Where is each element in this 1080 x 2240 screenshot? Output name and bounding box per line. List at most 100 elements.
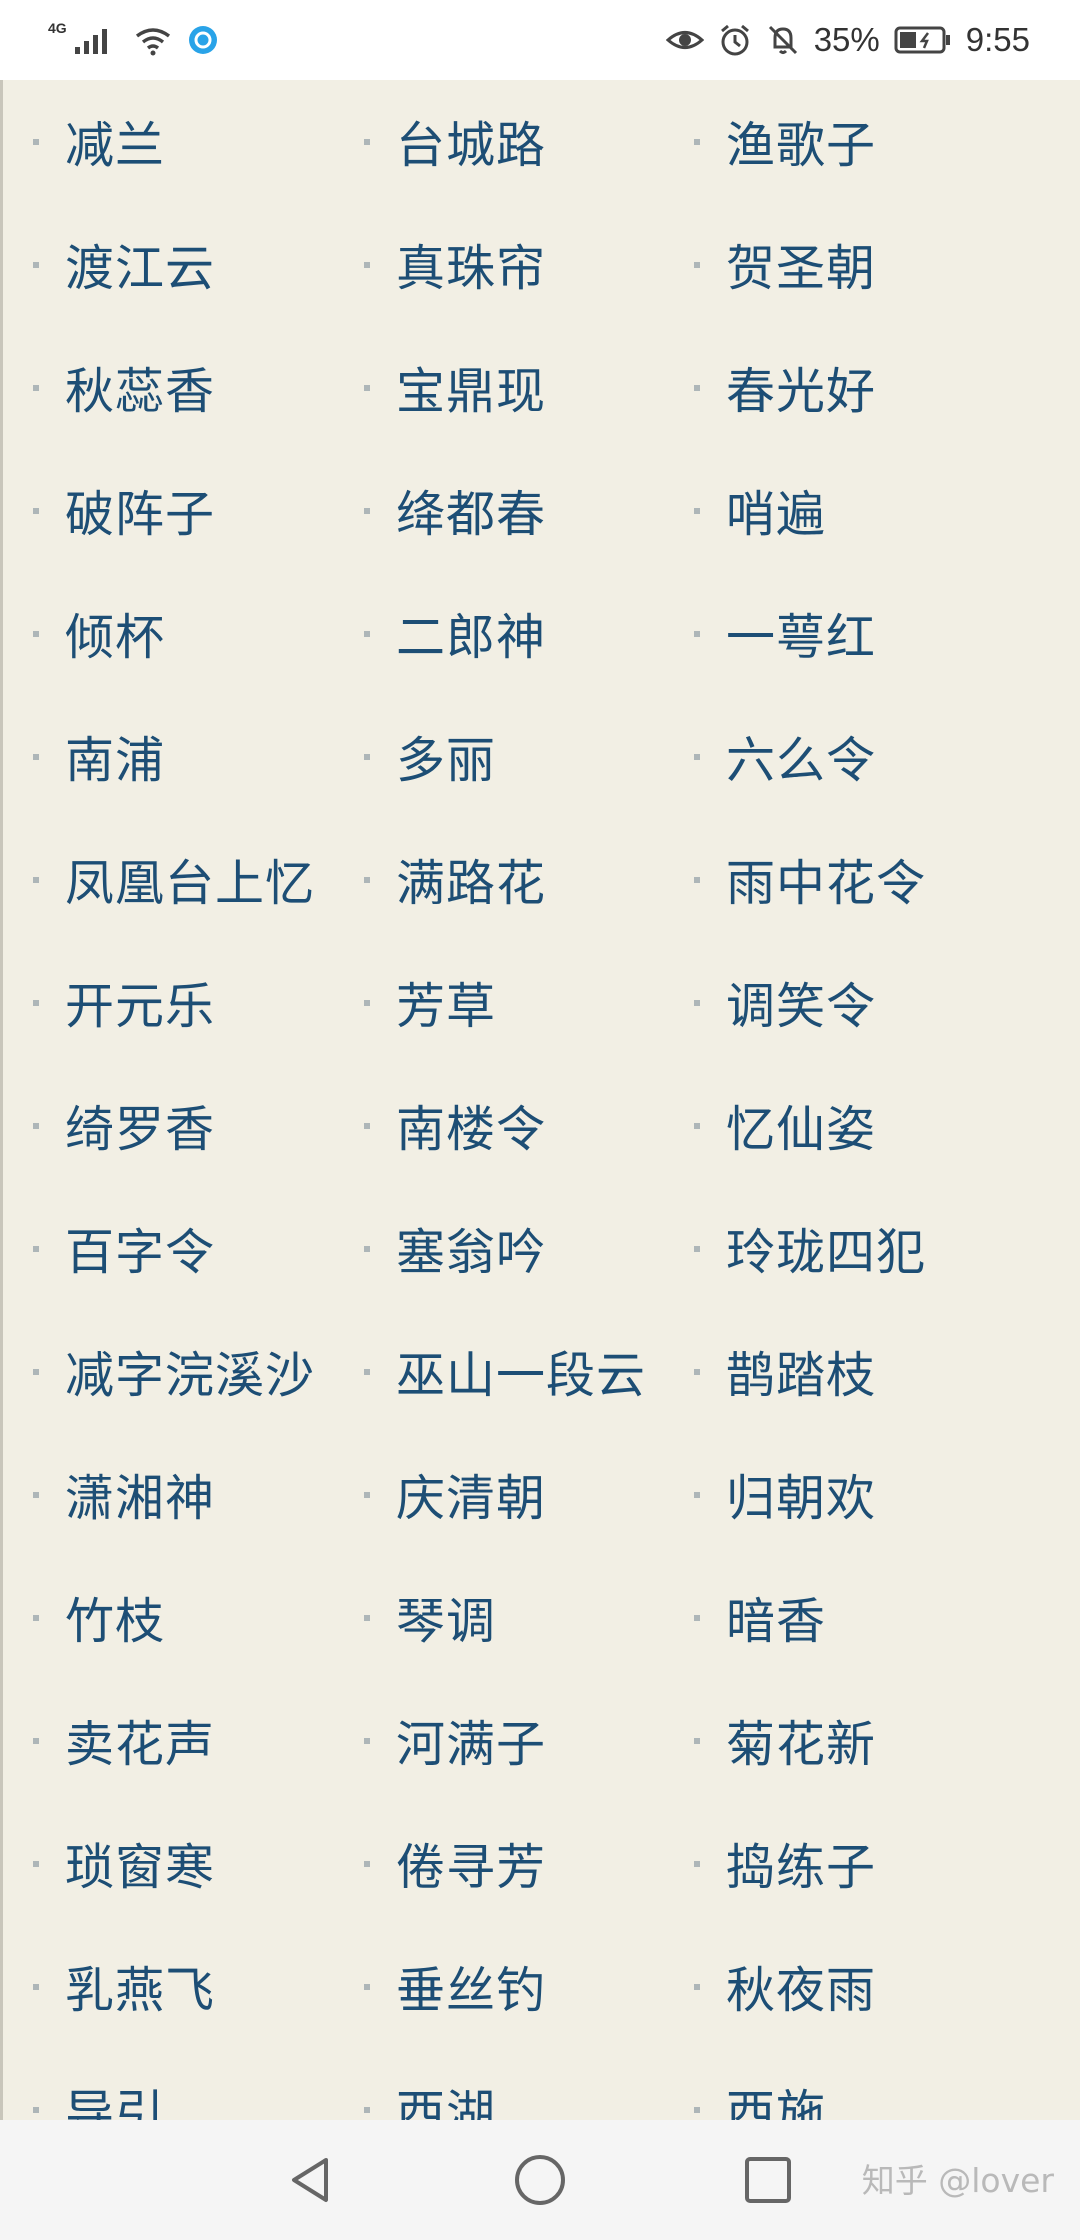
list-item-link[interactable]: 归朝欢 [726, 1459, 876, 1530]
list-item-link[interactable]: 垂丝钓 [396, 1951, 546, 2022]
list-item-link[interactable]: 竹枝 [65, 1582, 165, 1653]
list-item[interactable]: 琐窗寒 [33, 1802, 215, 1925]
list-item[interactable]: 多丽 [364, 695, 496, 818]
list-item[interactable]: 芳草 [364, 941, 496, 1064]
list-item-link[interactable]: 倾杯 [65, 598, 165, 669]
list-item[interactable]: 台城路 [364, 80, 546, 203]
list-item[interactable]: 西湖 [364, 2048, 496, 2120]
list-item-link[interactable]: 西湖 [396, 2074, 496, 2120]
list-item-link[interactable]: 宝鼎现 [396, 352, 546, 423]
list-item-link[interactable]: 芳草 [396, 967, 496, 1038]
list-item-link[interactable]: 鹊踏枝 [726, 1336, 876, 1407]
list-item[interactable]: 渡江云 [33, 203, 215, 326]
list-item-link[interactable]: 南浦 [65, 721, 165, 792]
list-item-link[interactable]: 二郎神 [396, 598, 546, 669]
list-item-link[interactable]: 卖花声 [65, 1705, 215, 1776]
home-button[interactable] [500, 2140, 580, 2220]
list-item-link[interactable]: 乳燕飞 [65, 1951, 215, 2022]
list-item[interactable]: 导引 [33, 2048, 165, 2120]
list-item-link[interactable]: 南楼令 [396, 1090, 546, 1161]
list-item-link[interactable]: 六么令 [726, 721, 876, 792]
list-item[interactable]: 真珠帘 [364, 203, 546, 326]
list-item[interactable]: 一萼红 [694, 572, 876, 695]
list-item-link[interactable]: 塞翁吟 [396, 1213, 546, 1284]
list-item[interactable]: 垂丝钓 [364, 1925, 546, 2048]
list-item[interactable]: 二郎神 [364, 572, 546, 695]
list-item[interactable]: 倦寻芳 [364, 1802, 546, 1925]
list-item-link[interactable]: 渔歌子 [726, 106, 876, 177]
list-item[interactable]: 乳燕飞 [33, 1925, 215, 2048]
list-item[interactable]: 鹊踏枝 [694, 1310, 876, 1433]
list-item-link[interactable]: 菊花新 [726, 1705, 876, 1776]
list-item-link[interactable]: 调笑令 [726, 967, 876, 1038]
list-item-link[interactable]: 百字令 [65, 1213, 215, 1284]
list-item[interactable]: 绛都春 [364, 449, 546, 572]
list-item-link[interactable]: 真珠帘 [396, 229, 546, 300]
list-item-link[interactable]: 绮罗香 [65, 1090, 215, 1161]
list-item[interactable]: 庆清朝 [364, 1433, 546, 1556]
list-item-link[interactable]: 秋蕊香 [65, 352, 215, 423]
list-item[interactable]: 竹枝 [33, 1556, 165, 1679]
back-button[interactable] [270, 2140, 350, 2220]
list-item[interactable]: 开元乐 [33, 941, 215, 1064]
list-item[interactable]: 春光好 [694, 326, 876, 449]
list-item[interactable]: 菊花新 [694, 1679, 876, 1802]
list-item-link[interactable]: 减字浣溪沙 [65, 1336, 315, 1407]
list-item[interactable]: 渔歌子 [694, 80, 876, 203]
list-item[interactable]: 百字令 [33, 1187, 215, 1310]
list-item[interactable]: 六么令 [694, 695, 876, 818]
content-area[interactable]: 减兰 台城路 渔歌子渡江云 真珠帘 贺圣朝秋蕊香 宝鼎现 春光好破阵子 绛都春 哨遍倾杯 二郎神 一… [0, 80, 1080, 2120]
list-item[interactable]: 河满子 [364, 1679, 546, 1802]
list-item-link[interactable]: 西施 [726, 2074, 826, 2120]
list-item-link[interactable]: 雨中花令 [726, 844, 926, 915]
list-item[interactable]: 宝鼎现 [364, 326, 546, 449]
list-item[interactable]: 南楼令 [364, 1064, 546, 1187]
list-item[interactable]: 忆仙姿 [694, 1064, 876, 1187]
list-item[interactable]: 卖花声 [33, 1679, 215, 1802]
list-item-link[interactable]: 春光好 [726, 352, 876, 423]
list-item-link[interactable]: 玲珑四犯 [726, 1213, 926, 1284]
list-item-link[interactable]: 秋夜雨 [726, 1951, 876, 2022]
list-item[interactable]: 秋夜雨 [694, 1925, 876, 2048]
list-item[interactable]: 塞翁吟 [364, 1187, 546, 1310]
list-item-link[interactable]: 渡江云 [65, 229, 215, 300]
list-item[interactable]: 琴调 [364, 1556, 496, 1679]
recents-button[interactable] [728, 2140, 808, 2220]
list-item-link[interactable]: 捣练子 [726, 1828, 876, 1899]
list-item-link[interactable]: 琴调 [396, 1582, 496, 1653]
list-item[interactable]: 巫山一段云 [364, 1310, 646, 1433]
list-item-link[interactable]: 凤凰台上忆 [65, 844, 315, 915]
list-item[interactable]: 调笑令 [694, 941, 876, 1064]
list-item-link[interactable]: 开元乐 [65, 967, 215, 1038]
list-item[interactable]: 倾杯 [33, 572, 165, 695]
list-item[interactable]: 满路花 [364, 818, 546, 941]
list-item-link[interactable]: 河满子 [396, 1705, 546, 1776]
list-item-link[interactable]: 贺圣朝 [726, 229, 876, 300]
list-item[interactable]: 减兰 [33, 80, 165, 203]
list-item[interactable]: 雨中花令 [694, 818, 926, 941]
list-item[interactable]: 贺圣朝 [694, 203, 876, 326]
list-item-link[interactable]: 一萼红 [726, 598, 876, 669]
list-item-link[interactable]: 暗香 [726, 1582, 826, 1653]
list-item-link[interactable]: 绛都春 [396, 475, 546, 546]
list-item-link[interactable]: 潇湘神 [65, 1459, 215, 1530]
list-item[interactable]: 归朝欢 [694, 1433, 876, 1556]
list-item-link[interactable]: 庆清朝 [396, 1459, 546, 1530]
list-item-link[interactable]: 破阵子 [65, 475, 215, 546]
list-item-link[interactable]: 导引 [65, 2074, 165, 2120]
list-item-link[interactable]: 忆仙姿 [726, 1090, 876, 1161]
list-item[interactable]: 破阵子 [33, 449, 215, 572]
list-item-link[interactable]: 满路花 [396, 844, 546, 915]
list-item-link[interactable]: 琐窗寒 [65, 1828, 215, 1899]
list-item[interactable]: 减字浣溪沙 [33, 1310, 315, 1433]
list-item[interactable]: 秋蕊香 [33, 326, 215, 449]
list-item-link[interactable]: 倦寻芳 [396, 1828, 546, 1899]
list-item[interactable]: 西施 [694, 2048, 826, 2120]
list-item-link[interactable]: 巫山一段云 [396, 1336, 646, 1407]
list-item-link[interactable]: 台城路 [396, 106, 546, 177]
list-item-link[interactable]: 减兰 [65, 106, 165, 177]
list-item[interactable]: 哨遍 [694, 449, 826, 572]
list-item-link[interactable]: 多丽 [396, 721, 496, 792]
list-item[interactable]: 南浦 [33, 695, 165, 818]
list-item[interactable]: 绮罗香 [33, 1064, 215, 1187]
